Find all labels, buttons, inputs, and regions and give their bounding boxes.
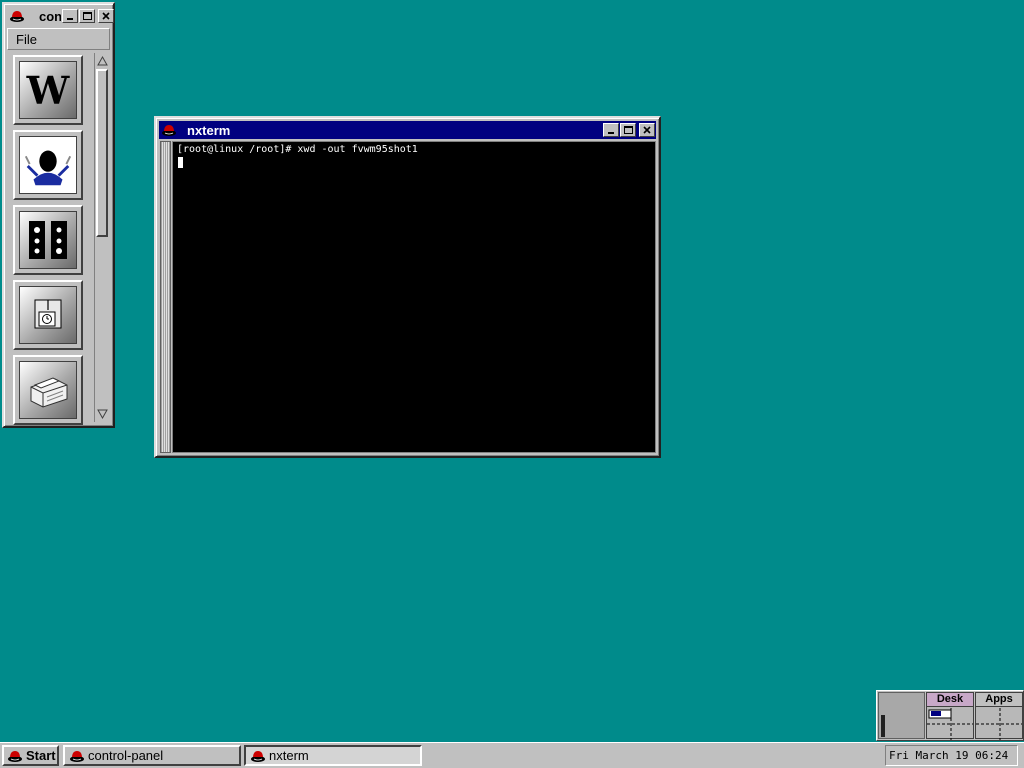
menu-bar: File	[7, 28, 110, 50]
pager-apps-label: Apps	[976, 693, 1022, 707]
control-panel-window[interactable]: control-panel File W	[2, 2, 115, 428]
runlevel-icon	[29, 221, 67, 259]
nxterm-window[interactable]: nxterm [root@linux /root]# xwd -out fvwm…	[154, 116, 661, 458]
vertical-scrollbar[interactable]	[94, 53, 109, 422]
clock-calendar-icon	[34, 299, 62, 329]
pager-desk[interactable]: Desk	[926, 692, 974, 740]
terminal-area[interactable]: [root@linux /root]# xwd -out fvwm95shot1	[172, 141, 656, 453]
taskbar: Start control-panel nxterm Fri March 19 …	[0, 742, 1024, 768]
close-icon	[643, 126, 651, 134]
close-button[interactable]	[98, 9, 114, 23]
letter-w-icon: W	[26, 67, 70, 113]
minimize-button[interactable]	[603, 123, 619, 137]
task-label: control-panel	[88, 748, 164, 763]
minimize-icon	[67, 18, 73, 20]
redhat-start-icon	[7, 748, 23, 764]
start-button[interactable]: Start	[2, 745, 59, 766]
user-icon	[24, 150, 72, 186]
pager: Desk Apps	[876, 690, 1024, 741]
minimize-icon	[608, 132, 614, 134]
pager-icon-area	[878, 692, 925, 739]
windows-tool-button[interactable]: W	[13, 55, 83, 125]
scrollbar-thumb[interactable]	[96, 69, 108, 237]
maximize-icon	[624, 126, 633, 134]
printer-icon	[30, 377, 68, 408]
task-control-panel[interactable]: control-panel	[63, 745, 241, 766]
redhat-task-icon	[250, 748, 266, 764]
runlevel-tool-button[interactable]	[13, 205, 83, 275]
nxterm-titlebar[interactable]: nxterm	[159, 121, 656, 139]
file-menu[interactable]: File	[16, 32, 37, 47]
pager-apps[interactable]: Apps	[975, 692, 1023, 740]
window-title: nxterm	[187, 122, 231, 138]
redhat-window-menu-icon[interactable]	[9, 8, 25, 24]
users-tool-button[interactable]	[13, 130, 83, 200]
maximize-icon	[83, 12, 92, 20]
maximize-button[interactable]	[79, 9, 95, 23]
window-title: control-panel	[39, 8, 61, 24]
pager-desk-label: Desk	[927, 693, 973, 707]
maximize-button[interactable]	[620, 123, 636, 137]
pager-desk-grid	[927, 708, 973, 740]
task-label: nxterm	[269, 748, 309, 763]
terminal-prompt-line: [root@linux /root]# xwd -out fvwm95shot1	[177, 144, 418, 155]
redhat-window-menu-icon[interactable]	[161, 122, 177, 138]
minimize-button[interactable]	[62, 9, 78, 23]
control-panel-items: W	[9, 53, 86, 425]
close-icon	[102, 12, 110, 20]
time-tool-button[interactable]	[13, 280, 83, 350]
pager-window-glyph-icon	[881, 715, 885, 737]
control-panel-titlebar[interactable]: control-panel	[7, 7, 114, 25]
redhat-task-icon	[69, 748, 85, 764]
terminal-scrollbar[interactable]	[160, 141, 171, 453]
close-button[interactable]	[639, 123, 655, 137]
printer-tool-button[interactable]	[13, 355, 83, 425]
scroll-down-arrow-icon[interactable]	[96, 408, 109, 420]
scroll-up-arrow-icon[interactable]	[96, 55, 109, 67]
clock: Fri March 19 06:24	[885, 745, 1018, 766]
start-label: Start	[26, 748, 56, 763]
pager-apps-grid	[976, 708, 1022, 740]
text-cursor	[178, 157, 183, 168]
task-nxterm[interactable]: nxterm	[244, 745, 422, 766]
